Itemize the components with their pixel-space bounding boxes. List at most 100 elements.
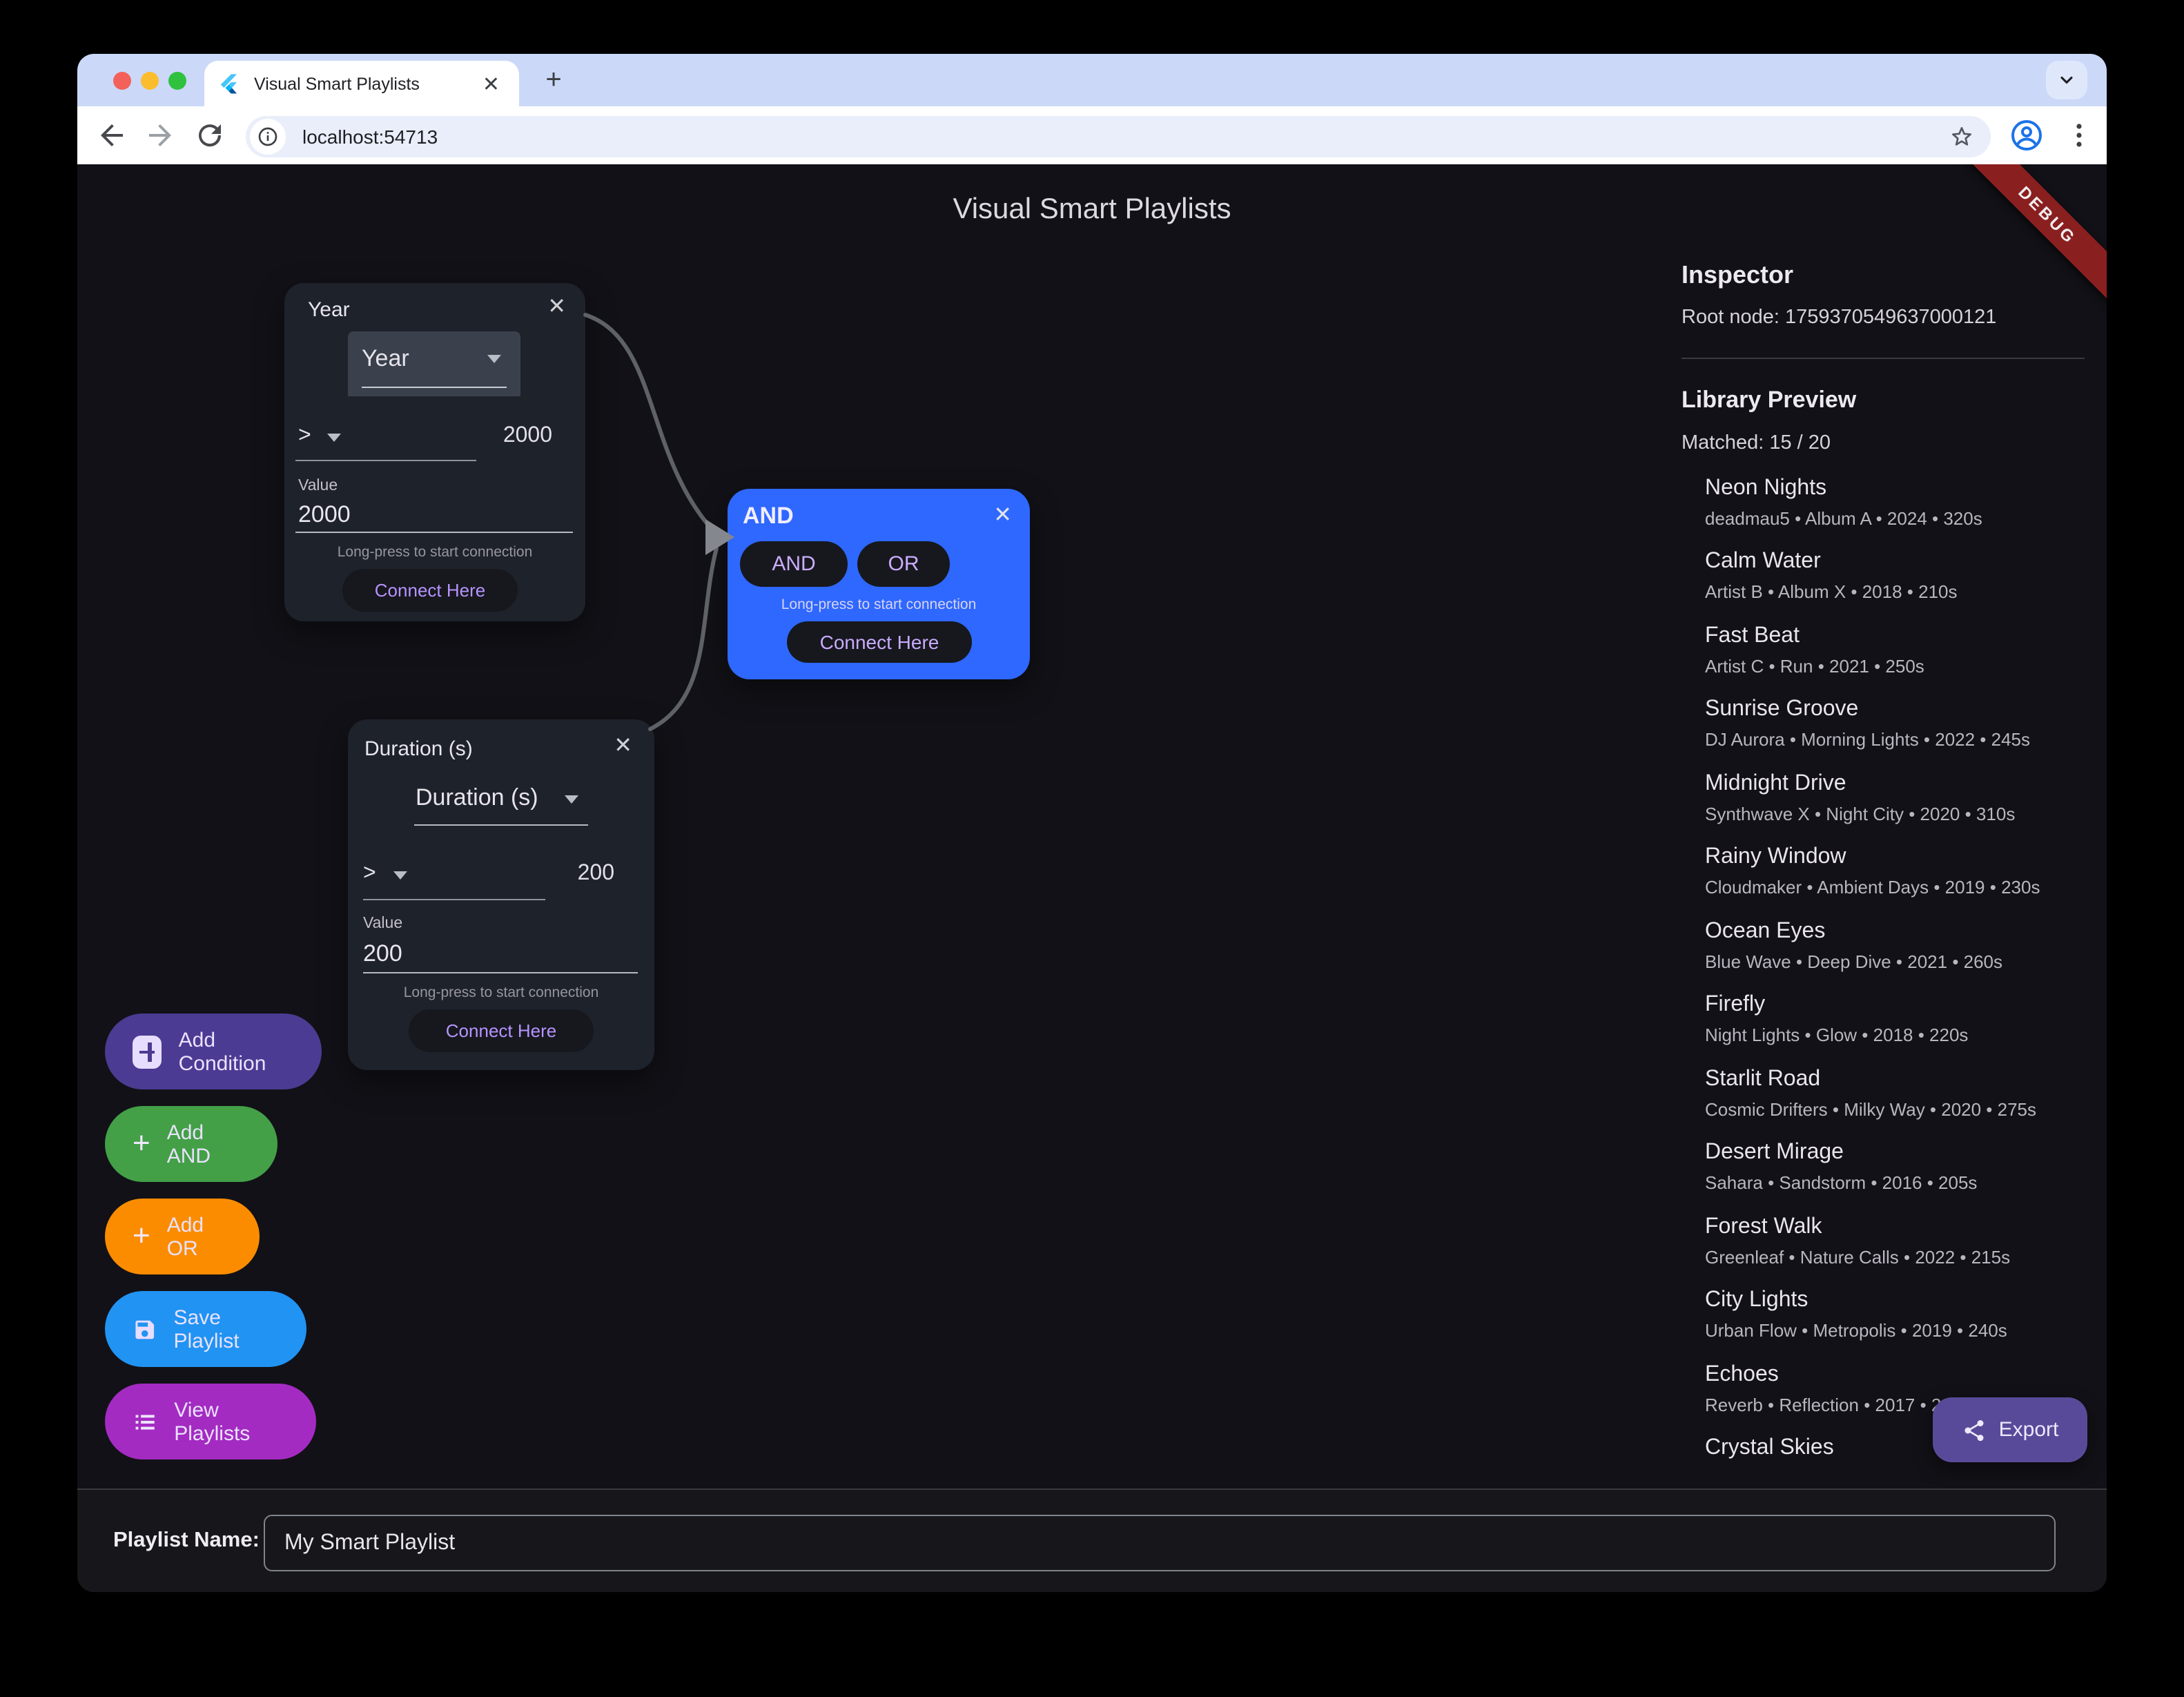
track-meta: Night Lights • Glow • 2018 • 220s	[1705, 1025, 2092, 1045]
close-icon[interactable]: ✕	[614, 736, 632, 758]
export-button[interactable]: Export	[1933, 1397, 2087, 1462]
save-playlist-button[interactable]: Save Playlist	[105, 1291, 306, 1367]
add-or-label: Add OR	[167, 1213, 232, 1260]
bookmark-star-icon[interactable]	[1949, 124, 1974, 149]
add-or-button[interactable]: + Add OR	[105, 1199, 260, 1274]
back-icon[interactable]	[95, 119, 128, 152]
library-track-list: Neon Nights deadmau5 • Album A • 2024 • …	[1705, 476, 2092, 1464]
connect-here-button[interactable]: Connect Here	[787, 621, 972, 663]
track-meta: Urban Flow • Metropolis • 2019 • 240s	[1705, 1320, 2092, 1341]
export-label: Export	[1999, 1418, 2059, 1442]
save-icon	[133, 1315, 157, 1343]
maximize-window-button[interactable]	[168, 72, 186, 90]
inspector-panel: Inspector Root node: 1759370549637000121…	[1681, 261, 2082, 454]
node-title: Duration (s)	[364, 737, 473, 761]
track-title: Forest Walk	[1705, 1215, 2092, 1240]
track-title: City Lights	[1705, 1288, 2092, 1313]
value-label: Value	[363, 915, 402, 932]
browser-toolbar: localhost:54713	[77, 106, 2107, 164]
inspector-divider	[1681, 358, 2085, 359]
browser-tab[interactable]: Visual Smart Playlists ✕	[204, 61, 519, 106]
group-node-and[interactable]: AND ✕ AND OR Long-press to start connect…	[728, 489, 1030, 679]
address-bar[interactable]: localhost:54713	[246, 116, 1991, 157]
value-underline	[363, 972, 638, 973]
close-icon[interactable]: ✕	[547, 297, 566, 319]
connection-hint: Long-press to start connection	[284, 544, 585, 561]
url-text[interactable]: localhost:54713	[302, 126, 1949, 148]
field-dropdown-value[interactable]: Duration (s)	[416, 784, 538, 812]
track-title: Desert Mirage	[1705, 1141, 2092, 1165]
dropdown-caret-icon[interactable]	[393, 871, 407, 880]
add-and-button[interactable]: + Add AND	[105, 1106, 277, 1182]
close-icon[interactable]: ✕	[993, 505, 1012, 527]
new-tab-button[interactable]: +	[533, 59, 574, 101]
reload-icon[interactable]	[193, 119, 226, 152]
playlist-name-input[interactable]: My Smart Playlist	[264, 1515, 2056, 1571]
plus-icon: +	[133, 1220, 150, 1250]
track-meta: Cosmic Drifters • Milky Way • 2020 • 275…	[1705, 1099, 2092, 1120]
app-content: Visual Smart Playlists DEBUG Year ✕ Year	[77, 164, 2107, 1592]
track-title: Ocean Eyes	[1705, 920, 2092, 944]
operator-underline	[295, 460, 476, 461]
track-title: Starlit Road	[1705, 1067, 2092, 1092]
list-item: Desert Mirage Sahara • Sandstorm • 2016 …	[1705, 1141, 2092, 1193]
add-box-icon	[133, 1035, 162, 1068]
value-input[interactable]: 200	[363, 940, 402, 968]
library-preview-title: Library Preview	[1681, 387, 2082, 414]
view-playlists-button[interactable]: View Playlists	[105, 1384, 316, 1460]
dropdown-caret-icon	[487, 355, 501, 363]
operator-value-text: 200	[578, 862, 614, 886]
operator-dropdown-value[interactable]: >	[363, 862, 376, 886]
screenshot-stage: Visual Smart Playlists ✕ +	[0, 0, 2184, 1697]
profile-avatar-icon[interactable]	[2010, 119, 2043, 152]
share-icon	[1962, 1417, 1987, 1442]
site-info-chip[interactable]	[250, 119, 286, 155]
list-icon	[133, 1408, 157, 1435]
forward-icon[interactable]	[144, 119, 177, 152]
matched-count: Matched: 15 / 20	[1681, 432, 2082, 454]
connect-here-button[interactable]: Connect Here	[342, 569, 518, 612]
field-dropdown-value: Year	[362, 345, 409, 373]
connect-here-button[interactable]: Connect Here	[409, 1009, 594, 1052]
window-controls	[113, 72, 186, 90]
value-underline	[295, 532, 573, 533]
list-item: Forest Walk Greenleaf • Nature Calls • 2…	[1705, 1215, 2092, 1268]
inspector-root-node: Root node: 1759370549637000121	[1681, 307, 2082, 329]
list-item: Calm Water Artist B • Album X • 2018 • 2…	[1705, 550, 2092, 602]
list-item: Fast Beat Artist C • Run • 2021 • 250s	[1705, 624, 2092, 677]
list-item: Rainy Window Cloudmaker • Ambient Days •…	[1705, 845, 2092, 898]
dropdown-caret-icon[interactable]	[565, 795, 578, 804]
track-meta: Cloudmaker • Ambient Days • 2019 • 230s	[1705, 877, 2092, 898]
browser-menu-icon[interactable]	[2063, 119, 2096, 152]
browser-tab-strip: Visual Smart Playlists ✕ +	[77, 54, 2107, 106]
and-toggle-button[interactable]: AND	[740, 541, 848, 587]
close-window-button[interactable]	[113, 72, 131, 90]
track-meta: Synthwave X • Night City • 2020 • 310s	[1705, 804, 2092, 824]
add-condition-label: Add Condition	[179, 1028, 294, 1075]
operator-dropdown-value[interactable]: >	[298, 424, 311, 449]
list-item: Starlit Road Cosmic Drifters • Milky Way…	[1705, 1067, 2092, 1120]
tab-search-button[interactable]	[2046, 61, 2087, 99]
track-meta: Sahara • Sandstorm • 2016 • 205s	[1705, 1172, 2092, 1193]
condition-node-year[interactable]: Year ✕ Year > 2000 Value 2000 Long-press…	[284, 283, 585, 621]
add-condition-button[interactable]: Add Condition	[105, 1014, 322, 1089]
tab-close-icon[interactable]: ✕	[477, 71, 505, 96]
list-item: Neon Nights deadmau5 • Album A • 2024 • …	[1705, 476, 2092, 529]
track-meta: Artist C • Run • 2021 • 250s	[1705, 656, 2092, 677]
track-title: Midnight Drive	[1705, 772, 2092, 797]
field-underline	[414, 824, 588, 826]
list-item: Ocean Eyes Blue Wave • Deep Dive • 2021 …	[1705, 920, 2092, 972]
condition-node-duration[interactable]: Duration (s) ✕ Duration (s) > 200 Value …	[348, 719, 654, 1070]
playlist-name-value: My Smart Playlist	[284, 1531, 455, 1555]
field-dropdown[interactable]: Year	[348, 331, 520, 396]
tab-title: Visual Smart Playlists	[254, 74, 477, 93]
view-playlists-label: View Playlists	[174, 1398, 289, 1445]
connection-hint: Long-press to start connection	[728, 597, 1030, 613]
track-title: Fast Beat	[1705, 624, 2092, 649]
dropdown-caret-icon[interactable]	[327, 434, 341, 442]
minimize-window-button[interactable]	[141, 72, 159, 90]
track-title: Sunrise Groove	[1705, 697, 2092, 722]
or-toggle-button[interactable]: OR	[857, 541, 950, 587]
value-input[interactable]: 2000	[298, 501, 351, 529]
browser-window: Visual Smart Playlists ✕ +	[77, 54, 2107, 1592]
